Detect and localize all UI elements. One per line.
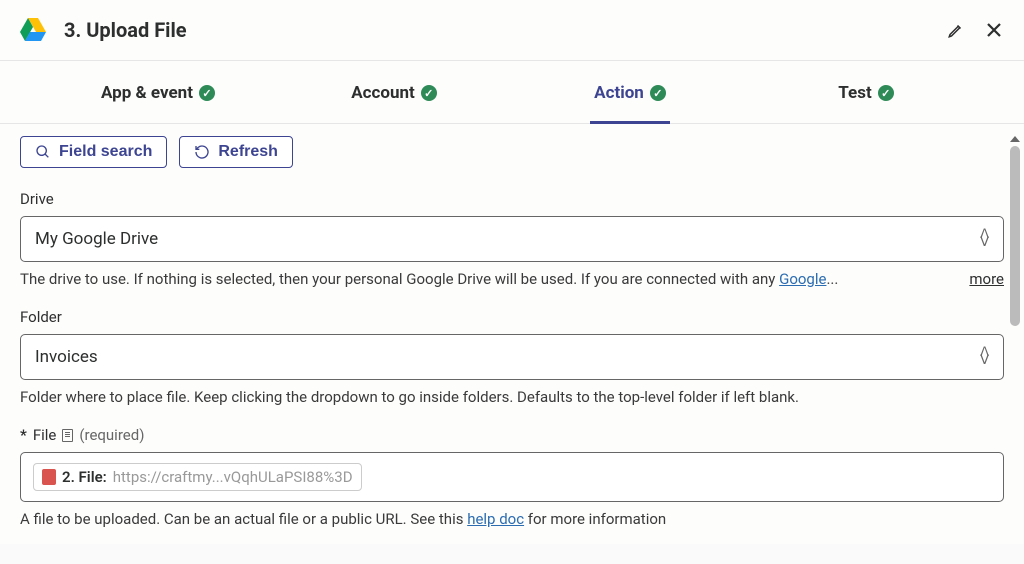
tab-label: Action: [594, 83, 644, 103]
field-label: Drive: [20, 190, 1004, 208]
tab-account[interactable]: Account ✓: [276, 61, 512, 123]
document-icon: [62, 429, 73, 442]
mapped-value-token[interactable]: 2. File: https://craftmy...vQqhULaPSI88%…: [33, 463, 362, 491]
field-label: Folder: [20, 308, 1004, 326]
tab-label: Account: [351, 83, 415, 103]
tab-action[interactable]: Action ✓: [512, 61, 748, 123]
field-help: A file to be uploaded. Can be an actual …: [20, 510, 1004, 528]
google-link[interactable]: Google: [779, 270, 826, 288]
step-title: 3. Upload File: [64, 18, 928, 42]
close-icon[interactable]: [984, 20, 1004, 40]
refresh-button[interactable]: Refresh: [179, 136, 293, 168]
check-icon: ✓: [650, 85, 666, 101]
field-help: The drive to use. If nothing is selected…: [20, 270, 939, 288]
chevron-updown-icon: ᐱᐯ: [980, 349, 989, 365]
field-help: Folder where to place file. Keep clickin…: [20, 388, 1004, 406]
help-text: ...: [826, 270, 838, 288]
help-text: The drive to use. If nothing is selected…: [20, 270, 779, 288]
step-header: 3. Upload File: [0, 0, 1024, 61]
scrollbar[interactable]: [1008, 136, 1022, 536]
required-annot: (required): [79, 426, 144, 444]
action-form: Field search Refresh Drive My Google Dri…: [0, 124, 1024, 544]
refresh-icon: [194, 144, 210, 160]
help-text: for more information: [524, 510, 666, 528]
scroll-up-icon[interactable]: [1010, 136, 1020, 142]
token-value: https://craftmy...vQqhULaPSI88%3D: [113, 468, 353, 486]
app-icon: [42, 469, 56, 485]
token-label: 2. File:: [62, 468, 107, 486]
field-search-button[interactable]: Field search: [20, 136, 167, 168]
tab-label: App & event: [101, 83, 193, 103]
check-icon: ✓: [199, 85, 215, 101]
check-icon: ✓: [878, 85, 894, 101]
field-file: * File (required) 2. File: https://craft…: [20, 426, 1004, 528]
form-toolbar: Field search Refresh: [20, 136, 1004, 168]
field-label: * File (required): [20, 426, 1004, 444]
tab-app-event[interactable]: App & event ✓: [40, 61, 276, 123]
label-text: File: [33, 426, 57, 444]
select-value: Invoices: [35, 347, 98, 367]
help-doc-link[interactable]: help doc: [467, 510, 524, 528]
chevron-updown-icon: ᐱᐯ: [980, 231, 989, 247]
button-label: Field search: [59, 143, 152, 161]
button-label: Refresh: [218, 143, 278, 161]
folder-select[interactable]: Invoices ᐱᐯ: [20, 334, 1004, 380]
tab-test[interactable]: Test ✓: [748, 61, 984, 123]
tab-label: Test: [838, 83, 871, 103]
select-value: My Google Drive: [35, 229, 158, 249]
search-icon: [35, 144, 51, 160]
required-mark: *: [20, 426, 27, 444]
check-icon: ✓: [421, 85, 437, 101]
more-link[interactable]: more: [969, 270, 1004, 288]
edit-icon[interactable]: [946, 20, 966, 40]
field-folder: Folder Invoices ᐱᐯ Folder where to place…: [20, 308, 1004, 406]
google-drive-icon: [20, 18, 46, 42]
file-input[interactable]: 2. File: https://craftmy...vQqhULaPSI88%…: [20, 452, 1004, 502]
step-tabs: App & event ✓ Account ✓ Action ✓ Test ✓: [0, 61, 1024, 124]
help-text: A file to be uploaded. Can be an actual …: [20, 510, 467, 528]
drive-select[interactable]: My Google Drive ᐱᐯ: [20, 216, 1004, 262]
scroll-thumb[interactable]: [1010, 146, 1020, 326]
field-drive: Drive My Google Drive ᐱᐯ The drive to us…: [20, 190, 1004, 288]
